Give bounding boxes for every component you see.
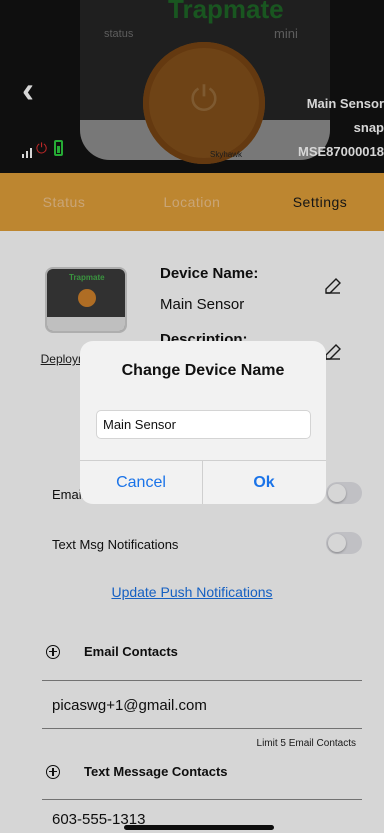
ok-button[interactable]: Ok bbox=[203, 461, 325, 504]
dialog-title: Change Device Name bbox=[121, 362, 285, 379]
change-device-name-dialog: Change Device Name Cancel Ok bbox=[80, 341, 326, 504]
cancel-button[interactable]: Cancel bbox=[80, 461, 202, 504]
device-name-input[interactable] bbox=[96, 410, 311, 439]
